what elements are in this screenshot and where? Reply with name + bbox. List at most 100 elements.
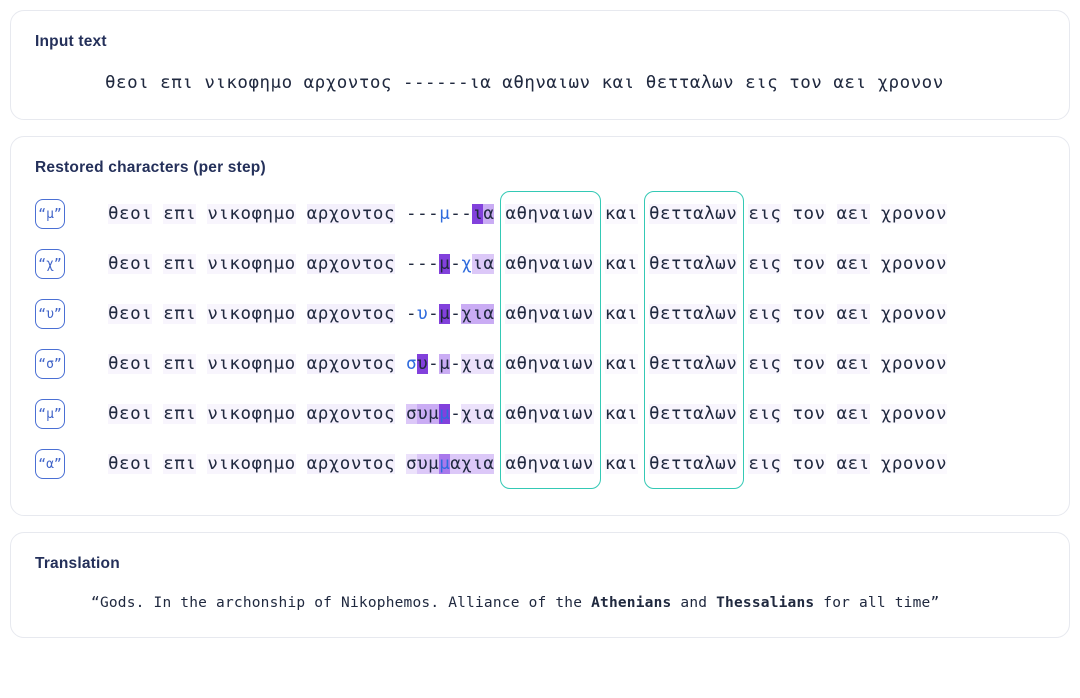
context-word: εις: [748, 204, 782, 224]
step-row: “μ” θεοι επι νικοφημο αρχοντος ---μ--ια α…: [35, 189, 1045, 239]
gap-char: α: [483, 204, 495, 224]
context-word: χρονον: [880, 204, 947, 224]
restored-gap: ---μ-χια: [406, 254, 495, 274]
restored-gap: συ-μ-χια: [406, 354, 495, 374]
translation-text: Gods. In the archonship of Nikophemos. A…: [99, 595, 592, 611]
context-word: αει: [836, 254, 870, 274]
step-predicted-char-badge[interactable]: “μ”: [35, 199, 65, 229]
restored-characters-card: Restored characters (per step) “μ” θεοι ε…: [10, 136, 1070, 516]
context-word: επι: [163, 354, 197, 374]
gap-char: α: [483, 254, 495, 274]
context-word: θεοι: [108, 354, 153, 374]
highlighted-word: θετταλων: [648, 454, 738, 474]
gap-char: χ: [461, 404, 473, 424]
step-predicted-char-badge[interactable]: “α”: [35, 449, 65, 479]
gap-char-new: χ: [461, 254, 473, 274]
gap-char-new: σ: [406, 354, 418, 374]
context-word: εις: [748, 254, 782, 274]
highlighted-word: αθηναιων: [505, 304, 594, 324]
gap-char: α: [483, 404, 495, 424]
gap-char: -: [406, 204, 418, 224]
step-sequence-text: θεοι επι νικοφημο αρχοντος ---μ-χια αθην…: [108, 254, 947, 274]
highlighted-word: θετταλων: [648, 254, 738, 274]
step-predicted-char-badge[interactable]: “υ”: [35, 299, 65, 329]
gap-char: α: [483, 304, 495, 324]
context-word: τον: [792, 254, 826, 274]
context-word: εις: [748, 354, 782, 374]
step-row: “μ” θεοι επι νικοφημο αρχοντος συμμ-χια α…: [35, 389, 1045, 439]
context-word: χρονον: [880, 354, 947, 374]
translation-emphasis: Thessalians: [716, 595, 815, 611]
context-word: και: [604, 454, 638, 474]
step-row: “σ” θεοι επι νικοφημο αρχοντος συ-μ-χια α…: [35, 339, 1045, 389]
translation-card: Translation “Gods. In the archonship of …: [10, 532, 1070, 638]
step-predicted-char-badge[interactable]: “χ”: [35, 249, 65, 279]
gap-char: -: [450, 254, 462, 274]
gap-char: α: [483, 454, 495, 474]
context-word: θεοι: [108, 254, 153, 274]
context-word: τον: [792, 304, 826, 324]
gap-char: -: [428, 204, 440, 224]
context-word: χρονον: [880, 404, 947, 424]
context-word: αει: [836, 404, 870, 424]
gap-char: α: [450, 454, 462, 474]
context-word: επι: [163, 454, 197, 474]
step-row: “α” θεοι επι νικοφημο αρχοντος συμμαχια α…: [35, 439, 1045, 489]
context-word: αρχοντος: [306, 304, 395, 324]
context-word: και: [604, 304, 638, 324]
context-word: χρονον: [880, 304, 947, 324]
context-word: επι: [163, 204, 197, 224]
highlighted-word: αθηναιων: [505, 354, 594, 374]
translation-content: “Gods. In the archonship of Nikophemos. …: [35, 595, 1045, 611]
context-word: θεοι: [108, 304, 153, 324]
translation-text: for all time: [814, 595, 931, 611]
highlighted-word: αθηναιων: [505, 454, 594, 474]
step-row: “υ” θεοι επι νικοφημο αρχοντος -υ-μ-χια α…: [35, 289, 1045, 339]
gap-char: μ: [428, 404, 440, 424]
step-sequence-text: θεοι επι νικοφημο αρχοντος ---μ--ια αθην…: [108, 204, 947, 224]
step-rows-container: “μ” θεοι επι νικοφημο αρχοντος ---μ--ια α…: [35, 189, 1045, 489]
gap-char: α: [483, 354, 495, 374]
context-word: επι: [163, 404, 197, 424]
gap-char: -: [406, 254, 418, 274]
gap-char: -: [428, 254, 440, 274]
highlighted-word: θετταλων: [648, 354, 738, 374]
gap-char: -: [417, 254, 429, 274]
context-word: αει: [836, 304, 870, 324]
restored-gap: -υ-μ-χια: [406, 304, 495, 324]
context-word: αει: [836, 204, 870, 224]
gap-char-new: μ: [439, 204, 451, 224]
context-word: και: [604, 354, 638, 374]
gap-char: -: [406, 304, 418, 324]
gap-char: ι: [472, 454, 484, 474]
context-word: νικοφημο: [207, 354, 296, 374]
gap-char: μ: [439, 304, 451, 324]
step-sequence-text: θεοι επι νικοφημο αρχοντος συμμ-χια αθην…: [108, 404, 947, 424]
step-row: “χ” θεοι επι νικοφημο αρχοντος ---μ-χια α…: [35, 239, 1045, 289]
highlighted-word: θετταλων: [648, 404, 738, 424]
gap-char: σ: [406, 454, 418, 474]
step-predicted-char-badge[interactable]: “μ”: [35, 399, 65, 429]
step-predicted-char-badge[interactable]: “σ”: [35, 349, 65, 379]
step-sequence-text: θεοι επι νικοφημο αρχοντος συ-μ-χια αθην…: [108, 354, 947, 374]
gap-char: -: [428, 304, 440, 324]
input-text-content: θεοι επι νικοφημο αρχοντος ------ια αθην…: [105, 73, 944, 93]
context-word: επι: [163, 254, 197, 274]
translation-title: Translation: [35, 555, 120, 572]
translation-close-quote: ”: [930, 595, 940, 611]
gap-char: χ: [461, 304, 473, 324]
gap-char: χ: [461, 354, 473, 374]
context-word: νικοφημο: [207, 204, 296, 224]
context-word: νικοφημο: [207, 254, 296, 274]
gap-char: υ: [417, 354, 429, 374]
gap-char: -: [450, 304, 462, 324]
restored-gap: συμμαχια: [406, 454, 495, 474]
context-word: εις: [748, 454, 782, 474]
highlighted-word: αθηναιων: [505, 404, 594, 424]
gap-char: χ: [461, 454, 473, 474]
gap-char-new: μ: [439, 404, 451, 424]
context-word: θεοι: [108, 204, 153, 224]
context-word: θεοι: [108, 404, 153, 424]
restored-characters-title: Restored characters (per step): [35, 159, 266, 176]
step-sequence-text: θεοι επι νικοφημο αρχοντος -υ-μ-χια αθην…: [108, 304, 947, 324]
